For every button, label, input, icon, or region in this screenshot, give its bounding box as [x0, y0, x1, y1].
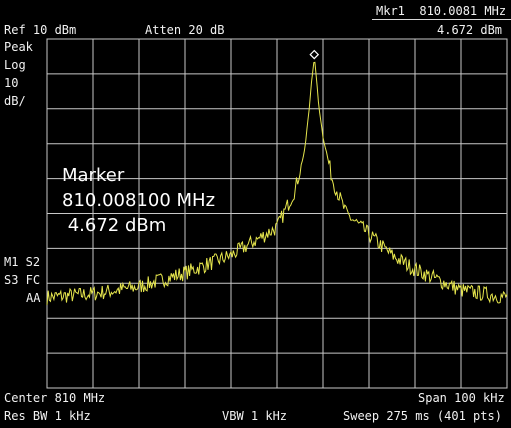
spectrum-plot	[46, 38, 508, 389]
marker-annotation-amplitude: 4.672 dBm	[62, 215, 167, 236]
span-label: Span 100 kHz	[418, 391, 505, 405]
spectrum-analyzer-screen: Ref 10 dBm Atten 20 dB Mkr1 810.0081 MHz…	[0, 0, 511, 428]
resolution-bandwidth-label: Res BW 1 kHz	[4, 409, 91, 423]
center-frequency-label: Center 810 MHz	[4, 391, 106, 405]
marker-annotation-frequency: 810.008100 MHz	[62, 190, 216, 211]
sweep-label: Sweep 275 ms (401 pts)	[343, 409, 502, 423]
video-bandwidth-label: VBW 1 kHz	[222, 409, 288, 423]
marker-diamond-icon[interactable]	[309, 49, 320, 60]
marker-annotation-title: Marker	[62, 165, 125, 186]
